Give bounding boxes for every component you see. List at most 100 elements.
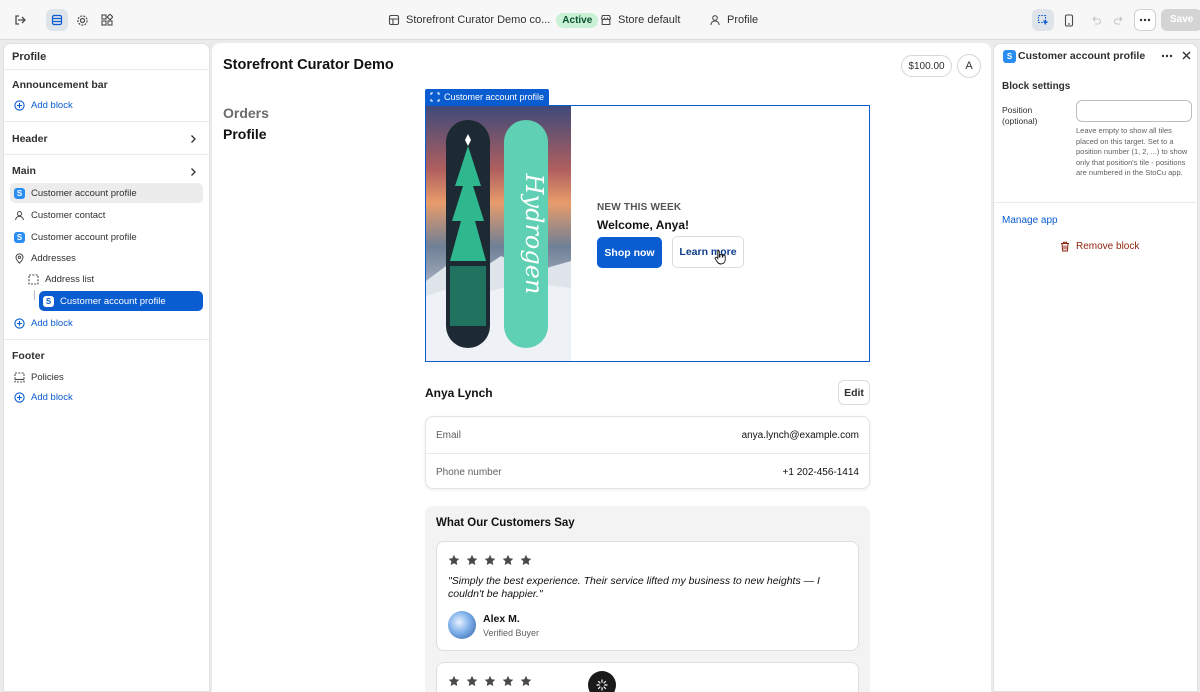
section-announcement-title: Announcement bar	[12, 79, 108, 91]
star-icon	[502, 554, 514, 565]
testimonial-author: Alex M.	[483, 613, 520, 625]
account-avatar[interactable]: A	[957, 54, 981, 78]
block-tag-label: Customer account profile	[444, 92, 545, 102]
sidebar-item-customer-account-profile[interactable]: S Customer account profile	[10, 183, 203, 203]
email-value: anya.lynch@example.com	[741, 429, 859, 441]
settings-panel: S Customer account profile Block setting…	[993, 43, 1198, 692]
page-label: Profile	[727, 14, 759, 26]
manage-app-link[interactable]: Manage app	[1002, 215, 1058, 226]
plus-circle-icon	[14, 391, 25, 403]
block-settings-title: Block settings	[1002, 81, 1071, 92]
block-frame-icon	[430, 92, 440, 102]
add-block-label: Add block	[31, 317, 73, 329]
section-footer-title: Footer	[12, 350, 45, 362]
redo-icon[interactable]	[1108, 9, 1130, 31]
add-block-footer[interactable]: Add block	[10, 387, 203, 407]
add-block-main[interactable]: Add block	[10, 313, 203, 333]
store-title[interactable]: Storefront Curator Demo	[223, 57, 394, 73]
inspector-icon[interactable]	[1032, 9, 1054, 31]
sidebar-item-label: Policies	[31, 371, 64, 383]
hand-cursor-icon	[714, 250, 726, 265]
close-icon[interactable]	[1181, 50, 1192, 64]
testimonial-role: Verified Buyer	[483, 628, 540, 638]
sidebar-item-policies[interactable]: Policies	[10, 367, 203, 387]
undo-icon[interactable]	[1085, 9, 1107, 31]
settings-title: Customer account profile	[1018, 50, 1146, 62]
gear-icon[interactable]	[71, 9, 93, 31]
more-options-icon[interactable]	[1161, 50, 1173, 65]
customer-name: Anya Lynch	[425, 386, 493, 400]
mobile-preview-icon[interactable]	[1058, 9, 1080, 31]
shop-now-label: Shop now	[604, 246, 655, 259]
sections-icon[interactable]	[46, 9, 68, 31]
account-initial: A	[965, 60, 973, 72]
section-header-title[interactable]: Header	[12, 133, 48, 145]
section-main-title[interactable]: Main	[12, 165, 36, 177]
sidebar-item-addresses[interactable]: Addresses	[10, 248, 203, 268]
add-block-label: Add block	[31, 391, 73, 403]
divider	[994, 202, 1197, 203]
phone-row: Phone number +1 202-456-1414	[426, 454, 869, 490]
testimonials-section: What Our Customers Say "Simply the best …	[425, 506, 870, 692]
sidebar-item-customer-contact[interactable]: Customer contact	[10, 205, 203, 225]
divider	[4, 69, 209, 70]
remove-block-button[interactable]: Remove block	[1060, 241, 1139, 252]
sidebar-item-customer-account-profile[interactable]: S Customer account profile	[10, 227, 203, 247]
exit-icon[interactable]	[9, 9, 31, 31]
nav-orders[interactable]: Orders	[223, 105, 269, 121]
dashed-frame-icon	[28, 273, 39, 285]
sidebar-item-label: Customer contact	[31, 209, 106, 221]
avatar	[448, 611, 476, 639]
remove-block-label: Remove block	[1076, 241, 1140, 252]
apps-icon[interactable]	[96, 9, 118, 31]
sections-panel: Profile Announcement bar Add block Heade…	[3, 43, 210, 692]
sidebar-item-label: Customer account profile	[31, 231, 137, 243]
learn-more-button[interactable]: Learn more	[672, 236, 744, 268]
sidebar-item-customer-account-profile-selected[interactable]: S Customer account profile	[39, 291, 203, 311]
cart-button[interactable]: $100.00	[901, 55, 952, 77]
star-icon	[448, 554, 460, 565]
star-icon	[520, 554, 532, 565]
page-selector[interactable]: Profile	[709, 0, 758, 40]
sidebar-item-label: Customer account profile	[31, 187, 137, 199]
more-actions-icon[interactable]	[1134, 9, 1156, 31]
position-input[interactable]	[1076, 100, 1192, 122]
add-block-announcement[interactable]: Add block	[10, 95, 203, 115]
chevron-right-icon[interactable]	[189, 166, 197, 180]
sidebar-item-address-list[interactable]: Address list	[24, 269, 203, 289]
theme-selector[interactable]: Store default	[600, 0, 680, 40]
app-icon: S	[14, 231, 25, 243]
add-block-label: Add block	[31, 99, 73, 111]
star-icon	[484, 675, 496, 686]
testimonials-title: What Our Customers Say	[436, 517, 575, 529]
store-icon	[600, 14, 612, 26]
shop-now-button[interactable]: Shop now	[597, 237, 662, 268]
sidebar-item-label: Address list	[45, 273, 95, 285]
page-icon	[388, 14, 400, 26]
selected-block-tag[interactable]: Customer account profile	[425, 89, 550, 105]
email-label: Email	[436, 429, 462, 441]
edit-label: Edit	[844, 386, 864, 399]
edit-profile-button[interactable]: Edit	[838, 380, 870, 405]
plus-circle-icon	[14, 99, 25, 111]
chevron-right-icon[interactable]	[189, 133, 197, 147]
store-selector[interactable]: Storefront Curator Demo co... Active	[388, 0, 599, 40]
divider	[4, 121, 209, 122]
nav-profile[interactable]: Profile	[223, 126, 267, 142]
star-icon	[502, 675, 514, 686]
customer-account-profile-block[interactable]: Hydrogen NEW THIS WEEK Welcome, Anya! Sh…	[425, 105, 870, 362]
hero-title: Welcome, Anya!	[597, 218, 690, 232]
divider	[4, 154, 209, 155]
panel-title: Profile	[12, 51, 47, 63]
preview-canvas: Storefront Curator Demo $100.00 A Orders…	[212, 43, 991, 692]
star-icon	[466, 675, 478, 686]
trash-icon	[1061, 241, 1069, 252]
sidebar-item-label: Customer account profile	[60, 295, 166, 307]
cart-total: $100.00	[908, 60, 945, 72]
star-rating	[448, 675, 532, 687]
save-button[interactable]: Save	[1161, 9, 1200, 31]
testimonial-card	[436, 662, 859, 692]
theme-label: Store default	[618, 14, 681, 26]
hero-eyebrow: NEW THIS WEEK	[597, 202, 682, 213]
star-icon	[448, 675, 460, 686]
